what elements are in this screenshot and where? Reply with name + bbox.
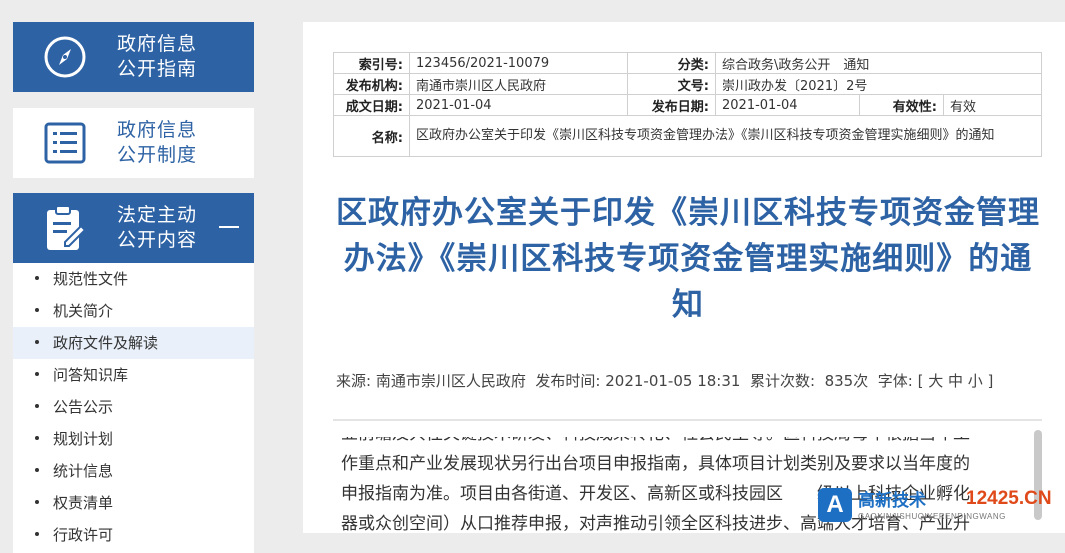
source-value: 南通市崇川区人民政府 xyxy=(375,372,526,390)
list-document-icon xyxy=(13,121,117,165)
sidebar-item-label: 机关简介 xyxy=(53,302,114,320)
sidebar-item-agency-intro[interactable]: 机关简介 xyxy=(13,295,254,327)
time-label: 发布时间: xyxy=(535,372,601,390)
font-size-controls[interactable]: [ 大 中 小 ] xyxy=(918,372,994,390)
meta-label: 索引号: xyxy=(333,52,410,74)
meta-category: 综合政务\政务公开 通知 xyxy=(715,52,1042,74)
watermark-logo: A 高新技术 12425.CN GAOXINJISHUQIYERENDINGWA… xyxy=(818,484,1058,529)
sidebar-guide-button[interactable]: 政府信息 公开指南 xyxy=(13,22,254,92)
sidebar-item-planning[interactable]: 规划计划 xyxy=(13,423,254,455)
sidebar-item-statistics[interactable]: 统计信息 xyxy=(13,455,254,487)
bullet-icon xyxy=(35,339,39,344)
sidebar-item-label: 问答知识库 xyxy=(53,366,129,384)
views-label: 累计次数: xyxy=(749,372,816,390)
clipboard-edit-icon xyxy=(13,204,117,252)
document-meta-table: 索引号: 123456/2021-10079 分类: 综合政务\政务公开 通知 … xyxy=(333,52,1042,157)
sidebar-item-label: 规划计划 xyxy=(53,430,114,448)
sidebar-item-powers-list[interactable]: 权责清单 xyxy=(13,487,254,519)
body-paragraph-line: 业前瞻及共性关键技术研发、科技成果转化、社会民生等。区科技局每年根据当年工 xyxy=(341,437,1031,449)
watermark-text: 高新技术 xyxy=(858,491,926,511)
meta-label: 文号: xyxy=(627,73,716,95)
sidebar-item-gov-docs[interactable]: 政府文件及解读 xyxy=(13,327,254,359)
bullet-icon xyxy=(35,371,39,376)
bullet-icon xyxy=(35,307,39,312)
meta-doc-name: 区政府办公室关于印发《崇川区科技专项资金管理办法》《崇川区科技专项资金管理实施细… xyxy=(409,115,1042,157)
watermark-letter-icon: A xyxy=(818,488,852,522)
bullet-icon xyxy=(35,467,39,472)
sidebar-system-button[interactable]: 政府信息 公开制度 xyxy=(13,108,254,178)
bullet-icon xyxy=(35,531,39,536)
sidebar-item-label: 权责清单 xyxy=(53,494,114,512)
source-label: 来源: xyxy=(336,372,372,390)
sidebar-item-licensing[interactable]: 行政许可 xyxy=(13,519,254,551)
sidebar-item-label: 行政许可 xyxy=(53,526,114,544)
sidebar-item-label: 公告公示 xyxy=(53,398,114,416)
meta-index-no: 123456/2021-10079 xyxy=(409,52,628,74)
body-paragraph-line: 作重点和产业发展现状另行出台项目申报指南，具体项目计划类别及要求以当年度的 xyxy=(341,454,970,474)
meta-label: 分类: xyxy=(627,52,716,74)
meta-created-date: 2021-01-04 xyxy=(409,94,628,116)
meta-label: 发布日期: xyxy=(627,94,716,116)
sidebar-block-label: 法定主动 公开内容 xyxy=(117,204,198,251)
font-size-label: 字体: xyxy=(877,372,913,390)
views-value: 835次 xyxy=(824,372,869,390)
sidebar-statutory-button[interactable]: 法定主动 公开内容 xyxy=(13,193,254,263)
collapse-minus-icon[interactable] xyxy=(219,226,239,228)
article-panel: 索引号: 123456/2021-10079 分类: 综合政务\政务公开 通知 … xyxy=(303,22,1065,533)
meta-publisher: 南通市崇川区人民政府 xyxy=(409,73,628,95)
sidebar-block-label: 政府信息 公开制度 xyxy=(117,119,198,166)
sidebar-block-label: 政府信息 公开指南 xyxy=(117,33,198,80)
article-title: 区政府办公室关于印发《崇川区科技专项资金管理办法》《崇川区科技专项资金管理实施细… xyxy=(336,195,1040,323)
article-info-line: 来源: 南通市崇川区人民政府 发布时间: 2021-01-05 18:31 累计… xyxy=(336,370,1046,391)
sidebar: 政府信息 公开指南 政府信息 公开制度 法定主动 公开内容 规范性文件 机关简介… xyxy=(13,22,254,553)
watermark-pinyin: GAOXINJISHUQIYERENDINGWANG xyxy=(858,512,1006,521)
sidebar-list: 规范性文件 机关简介 政府文件及解读 问答知识库 公告公示 规划计划 统计信息 … xyxy=(13,263,254,553)
meta-validity: 有效 xyxy=(943,94,1042,116)
time-value: 2021-01-05 18:31 xyxy=(605,372,741,390)
meta-label: 成文日期: xyxy=(333,94,410,116)
sidebar-item-label: 政府文件及解读 xyxy=(53,334,159,352)
sidebar-item-label: 统计信息 xyxy=(53,462,114,480)
bullet-icon xyxy=(35,499,39,504)
compass-icon xyxy=(13,35,117,79)
meta-published-date: 2021-01-04 xyxy=(715,94,860,116)
watermark-domain: 12425.CN xyxy=(966,488,1052,509)
meta-doc-no: 崇川政办发〔2021〕2号 xyxy=(715,73,1042,95)
sidebar-item-label: 规范性文件 xyxy=(53,270,129,288)
meta-label: 发布机构: xyxy=(333,73,410,95)
bullet-icon xyxy=(35,435,39,440)
sidebar-item-notices[interactable]: 公告公示 xyxy=(13,391,254,423)
bullet-icon xyxy=(35,275,39,280)
meta-label: 名称: xyxy=(333,115,410,157)
bullet-icon xyxy=(35,403,39,408)
sidebar-item-normative-docs[interactable]: 规范性文件 xyxy=(13,263,254,295)
divider xyxy=(333,419,1042,421)
meta-label: 有效性: xyxy=(859,94,944,116)
sidebar-item-qa[interactable]: 问答知识库 xyxy=(13,359,254,391)
